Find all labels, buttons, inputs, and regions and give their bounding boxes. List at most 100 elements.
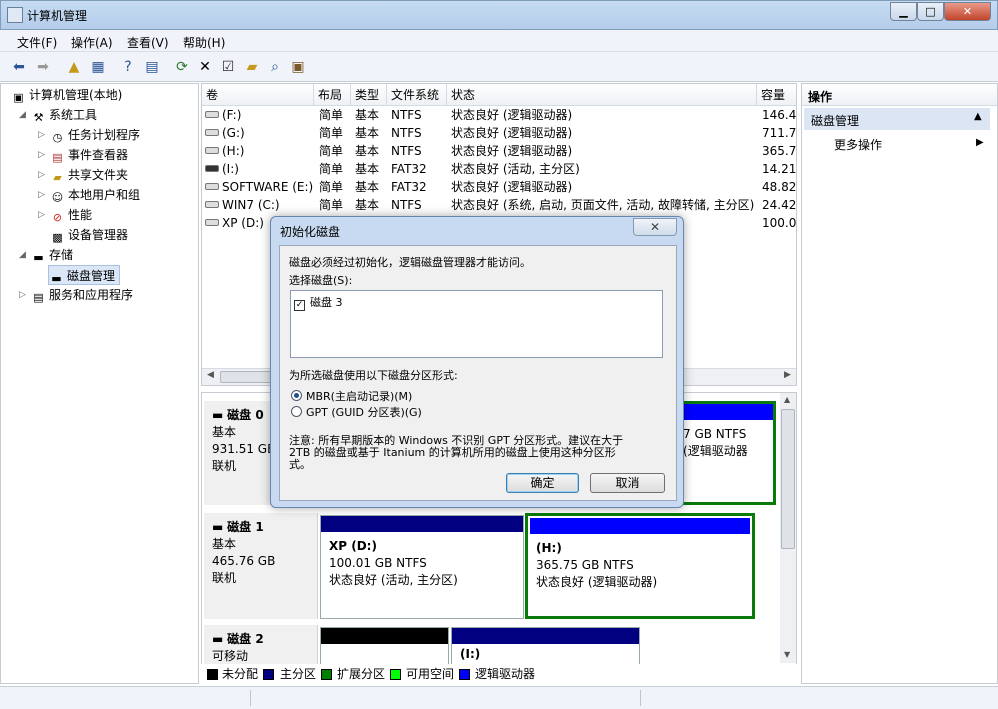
partition-size: 100.01 GB NTFS <box>329 556 427 570</box>
cell-type: 基本 <box>355 198 380 212</box>
expand-icon[interactable]: ▷ <box>38 170 48 180</box>
tree-node-system-tools[interactable]: ⚒ 系统工具 <box>31 105 97 125</box>
menu-view[interactable]: 查看(V) <box>127 34 169 51</box>
tree-node-services[interactable]: ▤ 服务和应用程序 <box>31 285 133 305</box>
disk-1-label[interactable]: ▬ 磁盘 1 基本 465.76 GB 联机 <box>204 513 318 619</box>
collapse-icon[interactable]: ◢ <box>19 110 29 120</box>
status-bar <box>0 686 998 709</box>
cell-capacity: 14.21 <box>762 162 797 176</box>
tree-node-disk-management[interactable]: ▬ 磁盘管理 <box>48 265 121 285</box>
expand-icon[interactable]: ▷ <box>38 190 48 200</box>
removable-disk-icon: ▬ <box>212 632 228 646</box>
legend-label: 可用空间 <box>406 667 455 681</box>
legend-swatch-extended <box>321 669 332 680</box>
tree-label: 本地用户和组 <box>68 188 141 202</box>
partition-h[interactable]: (H:) 365.75 GB NTFS 状态良好 (逻辑驱动器) <box>525 513 755 619</box>
disk-0-logical-partition[interactable]: 7 GB NTFS (逻辑驱动器 <box>676 401 776 505</box>
col-type[interactable]: 类型 <box>351 84 387 106</box>
vertical-scrollbar[interactable]: ▲ ▼ <box>780 393 796 663</box>
table-row[interactable]: (F:) 简单 基本 NTFS 状态良好 (逻辑驱动器) 146.48 <box>202 106 796 124</box>
up-folder-icon[interactable]: ▲ <box>64 57 84 77</box>
expand-icon[interactable]: ▷ <box>19 290 29 300</box>
radio-label: MBR(主启动记录)(M) <box>306 390 413 403</box>
actions-header: 操作 <box>802 84 997 106</box>
expand-icon[interactable]: ▷ <box>38 210 48 220</box>
table-row[interactable]: (H:) 简单 基本 NTFS 状态良好 (逻辑驱动器) 365.75 <box>202 142 796 160</box>
scroll-left-icon[interactable]: ◀ <box>207 370 214 380</box>
tree-node-storage[interactable]: ▬ 存储 <box>31 245 73 265</box>
gpt-radio[interactable]: GPT (GUID 分区表)(G) <box>291 404 422 420</box>
tree-node-task-scheduler[interactable]: ◷ 任务计划程序 <box>50 125 140 145</box>
partition-style-label: 为所选磁盘使用以下磁盘分区形式: <box>289 369 458 382</box>
menu-action[interactable]: 操作(A) <box>71 34 113 51</box>
actions-section-disk-management[interactable]: 磁盘管理 ▲ <box>804 108 990 130</box>
disk-state: 联机 <box>212 571 237 585</box>
storage-icon: ▬ <box>33 251 44 264</box>
scroll-thumb[interactable] <box>781 409 795 549</box>
table-row[interactable]: SOFTWARE (E:) 简单 基本 FAT32 状态良好 (逻辑驱动器) 4… <box>202 178 796 196</box>
expand-icon[interactable]: ▷ <box>38 130 48 140</box>
menu-help[interactable]: 帮助(H) <box>183 34 225 51</box>
minimize-button[interactable]: ▁ <box>890 2 917 21</box>
tree-node-event-viewer[interactable]: ▤ 事件查看器 <box>50 145 128 165</box>
cell-volume: (F:) <box>222 108 242 122</box>
disk-settings-icon[interactable]: ▣ <box>288 57 308 77</box>
col-capacity[interactable]: 容量 <box>757 84 796 106</box>
scroll-up-icon[interactable]: ▲ <box>784 395 790 404</box>
radio-selected-icon[interactable] <box>291 390 302 401</box>
show-action-pane-icon[interactable]: ▤ <box>142 57 162 77</box>
show-tree-icon[interactable]: ▦ <box>88 57 108 77</box>
scroll-right-icon[interactable]: ▶ <box>784 370 791 380</box>
open-folder-icon[interactable]: ▰ <box>242 57 262 77</box>
col-status[interactable]: 状态 <box>447 84 757 106</box>
cell-status: 状态良好 (系统, 启动, 页面文件, 活动, 故障转储, 主分区) <box>451 198 755 212</box>
scroll-down-icon[interactable]: ▼ <box>784 650 790 659</box>
tree-node-local-users[interactable]: ☺ 本地用户和组 <box>50 185 140 205</box>
table-row[interactable]: (I:) 简单 基本 FAT32 状态良好 (活动, 主分区) 14.21 <box>202 160 797 178</box>
tree-node-root[interactable]: ▣ 计算机管理(本地) <box>11 85 122 105</box>
maximize-button[interactable]: □ <box>917 2 944 21</box>
ok-button[interactable]: 确定 <box>506 473 579 493</box>
partition-i[interactable]: (I:) <box>451 627 640 667</box>
delete-icon[interactable]: ✕ <box>195 57 215 77</box>
expand-icon[interactable]: ▷ <box>38 150 48 160</box>
device-manager-icon: ▩ <box>52 231 63 244</box>
table-row[interactable]: WIN7 (C:) 简单 基本 NTFS 状态良好 (系统, 启动, 页面文件,… <box>202 196 796 214</box>
table-row[interactable]: (G:) 简单 基本 NTFS 状态良好 (逻辑驱动器) 711.77 <box>202 124 797 142</box>
help-icon[interactable]: ? <box>118 57 138 77</box>
disk-icon: ▬ <box>212 520 228 534</box>
disk-2-partition-1[interactable] <box>320 627 449 667</box>
tree-node-device-manager[interactable]: ▩ 设备管理器 <box>50 225 128 245</box>
checkbox-checked-icon[interactable]: ✓ <box>294 300 305 311</box>
col-volume[interactable]: 卷 <box>202 84 314 106</box>
cell-volume: SOFTWARE (E:) <box>222 180 314 194</box>
cell-status: 状态良好 (逻辑驱动器) <box>451 126 573 140</box>
cancel-button[interactable]: 取消 <box>590 473 665 493</box>
cell-capacity: 100.01 <box>762 216 797 230</box>
mbr-radio[interactable]: MBR(主启动记录)(M) <box>291 388 412 404</box>
more-actions-item[interactable]: 更多操作 <box>834 136 882 153</box>
close-button[interactable]: ✕ <box>944 2 991 21</box>
back-icon[interactable]: ⬅ <box>9 57 29 77</box>
collapse-up-icon[interactable]: ▲ <box>974 111 982 122</box>
disk-list-item[interactable]: ✓ 磁盘 3 <box>294 294 343 311</box>
forward-icon[interactable]: ➡ <box>33 57 53 77</box>
partition-name: (I:) <box>460 647 481 661</box>
col-filesystem[interactable]: 文件系统 <box>387 84 447 106</box>
legend-swatch-unallocated <box>207 669 218 680</box>
disk-list[interactable]: ✓ 磁盘 3 <box>290 290 663 358</box>
col-layout[interactable]: 布局 <box>314 84 351 106</box>
partition-xp-d[interactable]: XP (D:) 100.01 GB NTFS 状态良好 (活动, 主分区) <box>320 515 524 619</box>
properties-icon[interactable]: ☑ <box>218 57 238 77</box>
menu-file[interactable]: 文件(F) <box>17 34 57 51</box>
tree-node-shared-folders[interactable]: ▰ 共享文件夹 <box>50 165 128 185</box>
cell-capacity: 711.77 <box>762 126 797 140</box>
search-icon[interactable]: ⌕ <box>265 57 285 77</box>
refresh-icon[interactable]: ⟳ <box>172 57 192 77</box>
event-viewer-icon: ▤ <box>52 151 63 164</box>
collapse-icon[interactable]: ◢ <box>19 250 29 260</box>
radio-unselected-icon[interactable] <box>291 406 302 417</box>
legend-label: 主分区 <box>280 667 317 681</box>
tree-node-performance[interactable]: ⊘ 性能 <box>50 205 92 225</box>
dialog-close-button[interactable]: ✕ <box>633 218 677 236</box>
